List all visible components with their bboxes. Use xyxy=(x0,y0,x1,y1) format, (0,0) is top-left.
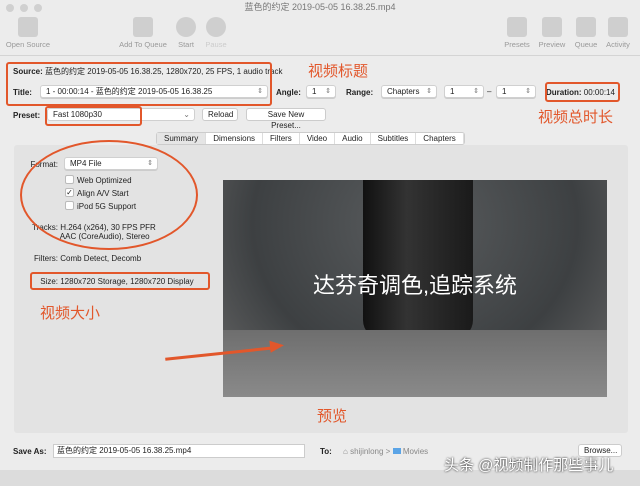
home-icon: ⌂ xyxy=(343,447,348,456)
preset-label: Preset: xyxy=(13,111,41,120)
window-title: 蓝色的约定 2019-05-05 16.38.25.mp4 xyxy=(244,2,396,12)
tab-bar: Summary Dimensions Filters Video Audio Subtit… xyxy=(156,132,465,145)
annotation-size-box xyxy=(30,272,210,290)
close-button[interactable] xyxy=(6,4,14,12)
folder-icon xyxy=(392,448,401,454)
save-as-label: Save As: xyxy=(13,447,47,456)
minimize-button[interactable] xyxy=(20,4,28,12)
range-label: Range: xyxy=(346,88,374,97)
preview-overlay-text: 达芬奇调色,追踪系统 xyxy=(312,273,518,298)
clapboard-icon xyxy=(18,17,38,37)
annotation-title-text: 视频标题 xyxy=(308,63,369,80)
watermark: 头条 @视频制作那些事儿 xyxy=(444,457,614,474)
tab-summary[interactable]: Summary xyxy=(157,133,207,144)
reload-button[interactable]: Reload xyxy=(202,108,238,121)
camera-lens-image xyxy=(363,180,473,340)
tab-dimensions[interactable]: Dimensions xyxy=(206,133,264,144)
tab-video[interactable]: Video xyxy=(300,133,336,144)
save-as-input[interactable]: 蓝色的约定 2019-05-05 16.38.25.mp4 xyxy=(53,444,305,458)
annotation-duration-text: 视频总时长 xyxy=(538,109,614,126)
tab-filters[interactable]: Filters xyxy=(263,133,300,144)
range-dash: – xyxy=(487,87,492,96)
range-select[interactable]: Chapters xyxy=(381,85,437,98)
toolbar-divider xyxy=(0,55,640,56)
activity-icon xyxy=(608,17,628,37)
filters-info: Filters: Comb Detect, Decomb xyxy=(34,254,142,263)
arrow-head-icon xyxy=(269,339,285,353)
angle-label: Angle: xyxy=(276,88,301,97)
tab-chapters[interactable]: Chapters xyxy=(416,133,464,144)
to-label: To: xyxy=(320,447,332,456)
annotation-duration-box xyxy=(545,82,620,102)
annotation-preview-text: 预览 xyxy=(317,408,348,425)
annotation-title-box xyxy=(6,62,272,106)
pause-icon xyxy=(206,17,226,37)
video-preview[interactable]: 达芬奇调色,追踪系统 xyxy=(223,180,607,397)
zoom-button[interactable] xyxy=(34,4,42,12)
tab-subtitles[interactable]: Subtitles xyxy=(371,133,417,144)
open-source-button[interactable]: Open Source xyxy=(0,17,56,49)
activity-button[interactable]: Activity xyxy=(590,17,640,49)
destination-path[interactable]: ⌂ shijinlong > Movies xyxy=(343,447,428,456)
save-new-preset-button[interactable]: Save New Preset... xyxy=(246,108,326,130)
angle-select[interactable]: 1 xyxy=(306,85,336,98)
pause-button[interactable]: Pause xyxy=(188,17,244,49)
tab-audio[interactable]: Audio xyxy=(335,133,371,144)
annotation-preset-box xyxy=(45,106,142,126)
range-to-select[interactable]: 1 xyxy=(496,85,536,98)
add-image-icon xyxy=(133,17,153,37)
annotation-format-ellipse xyxy=(20,140,198,250)
annotation-size-text: 视频大小 xyxy=(40,305,101,322)
range-from-select[interactable]: 1 xyxy=(444,85,484,98)
